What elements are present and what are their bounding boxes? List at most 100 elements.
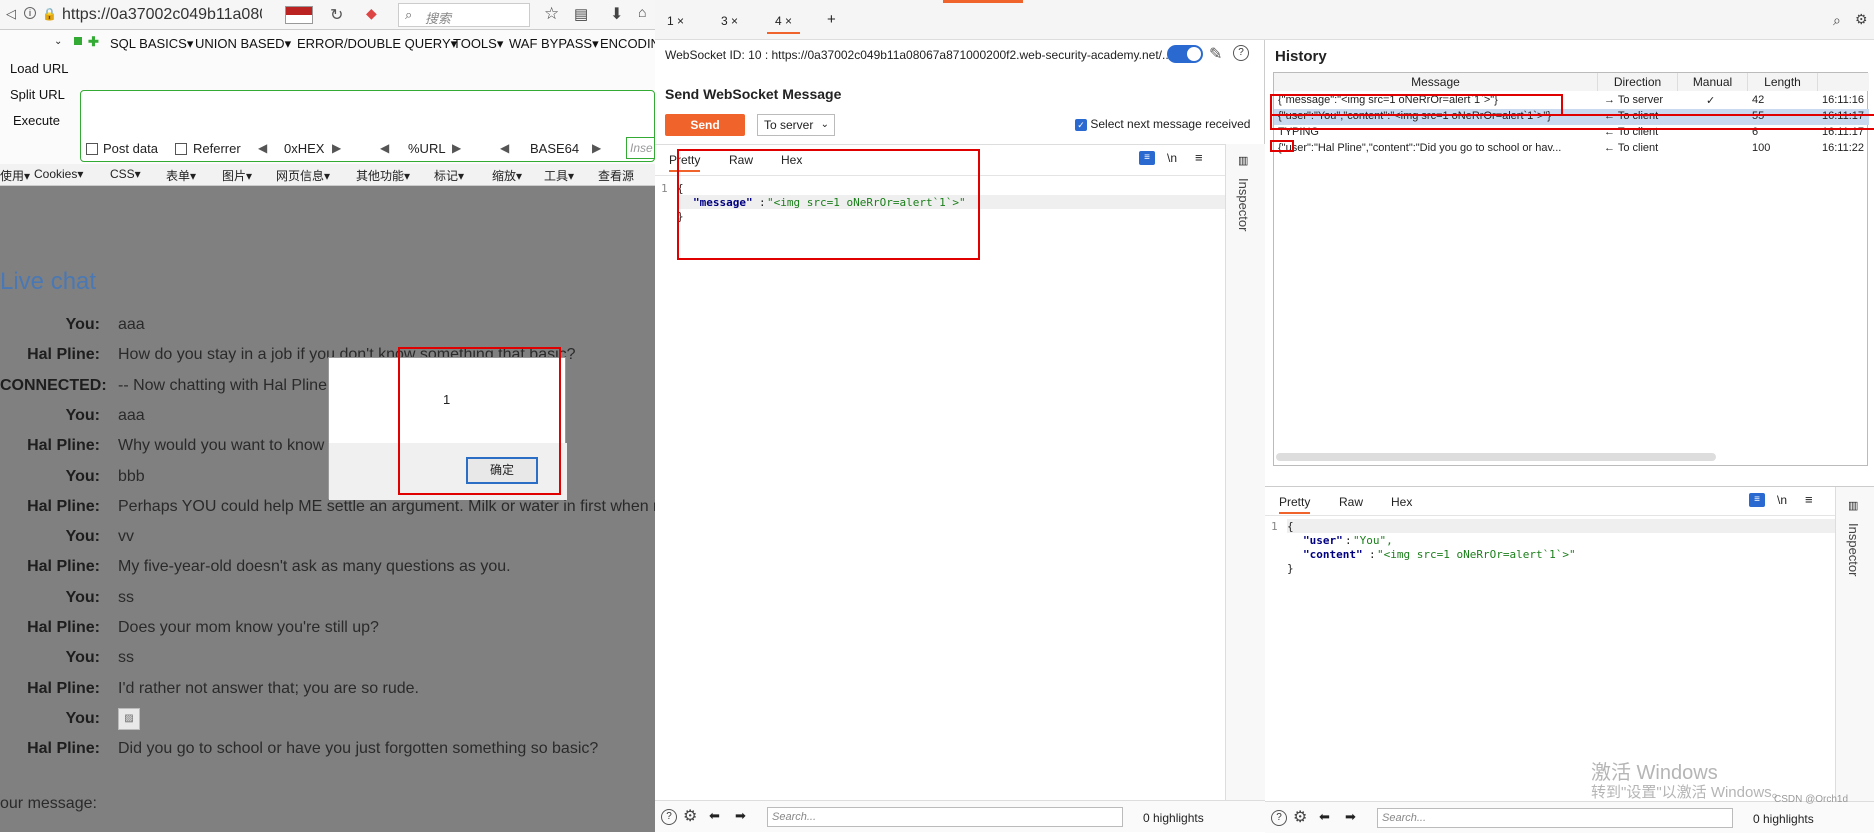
insert-field[interactable]: Inse [626,137,655,159]
highlight-box [398,347,561,495]
search-box[interactable]: ⌕ 搜索 [398,3,530,27]
chevron-down-icon[interactable]: ⌄ [54,36,62,47]
intercept-toggle[interactable] [1167,45,1203,63]
menu-tools[interactable]: TOOLS▾ [453,36,503,52]
bottom-bar: ? ⚙ ⬅ ➡ Search... 0 highlights [655,800,1265,832]
search-input[interactable]: Search... [767,807,1123,827]
hex-label: 0xHEX [284,141,325,156]
toolbar-css[interactable]: CSS▾ [110,167,141,181]
highlight-box [677,149,980,260]
code-area[interactable]: 1 { "message" : "<img src=1 oNeRrOr=aler… [655,175,1225,795]
chat-message: Does your mom know you're still up? [118,619,379,636]
col-direction[interactable]: Direction [1598,73,1678,91]
help-icon[interactable]: ? [1233,45,1249,61]
tab-pretty[interactable]: Pretty [1279,495,1311,514]
search-icon[interactable]: ⌕ [1833,12,1841,29]
download-icon[interactable]: ⬇ [610,4,623,24]
inspector-icon: ▥ [1238,155,1249,167]
col-manual[interactable]: Manual [1678,73,1748,91]
scrollbar[interactable] [1276,453,1716,461]
prev-icon[interactable]: ⬅ [709,808,720,824]
chat-message: ss [118,649,134,667]
code-area[interactable]: 1 { "user" : "You", "content" : "<img sr… [1265,515,1835,795]
gear-icon[interactable]: ⚙ [1293,807,1307,827]
toolbar-view-source[interactable]: 查看源 [598,167,634,184]
left-arrow-icon[interactable]: ◀ [380,141,389,155]
toolbar-info[interactable]: 网页信息▾ [276,167,330,184]
gear-icon[interactable]: ⚙ [683,806,697,826]
referrer-checkbox[interactable] [175,143,187,155]
inspector-label: Inspector [1846,523,1861,577]
chat-sender: Hal Pline: [27,437,100,455]
inspector-panel[interactable]: ▥ Inspector [1835,487,1874,801]
menu-sql-basics[interactable]: SQL BASICS▾ [110,36,193,52]
settings-icon[interactable]: ⚙ [1855,11,1868,28]
send-button[interactable]: Send [665,114,745,136]
toolbar-zoom[interactable]: 缩放▾ [492,167,522,184]
chat-sender: Hal Pline: [27,679,100,697]
post-data-checkbox[interactable] [86,143,98,155]
reader-icon[interactable]: ▤ [574,5,588,23]
code-brace: { [1287,520,1294,533]
menu-encoding[interactable]: ENCODIN [600,36,655,51]
menu-waf-bypass[interactable]: WAF BYPASS▾ [509,36,599,52]
split-url-button[interactable]: Split URL [10,87,65,102]
tab-raw[interactable]: Raw [1339,495,1363,509]
checkbox-checked-icon[interactable]: ✓ [1075,118,1087,131]
search-icon: ⌕ [405,7,413,22]
pencil-icon[interactable]: ✎ [1209,44,1222,64]
right-arrow-icon[interactable]: ▶ [332,141,341,155]
wrap-icon[interactable]: ≡ [1749,493,1765,507]
plus-icon[interactable]: ✚ [88,34,99,50]
direction-select[interactable]: To server ⌄ [757,114,835,136]
info-icon[interactable]: i [24,7,36,19]
menu-icon[interactable]: ≡ [1805,492,1813,507]
menu-error-double[interactable]: ERROR/DOUBLE QUERY▾ [297,36,457,52]
col-length[interactable]: Length [1748,73,1818,91]
url-field[interactable]: https://0a37002c049b11a0806 [62,3,262,27]
next-icon[interactable]: ➡ [1345,809,1356,825]
back-icon[interactable]: ◁ [6,6,16,22]
next-icon[interactable]: ➡ [735,808,746,824]
base64-label: BASE64 [530,141,580,156]
load-url-button[interactable]: Load URL [10,61,69,76]
reload-icon[interactable]: ↻ [330,5,343,25]
right-arrow-icon[interactable]: ▶ [452,141,461,155]
new-tab-button[interactable]: + [819,9,844,31]
toolbar-item[interactable]: 使用▾ [0,167,30,184]
bottom-bar: ? ⚙ ⬅ ➡ Search... 0 highlights [1265,801,1874,833]
toolbar-tools[interactable]: 工具▾ [544,167,574,184]
toolbar-misc[interactable]: 其他功能▾ [356,167,410,184]
wrap-icon[interactable]: ≡ [1139,151,1155,165]
home-icon[interactable]: ⌂ [638,4,646,20]
toolbar-mark[interactable]: 标记▾ [434,167,464,184]
hackbar-icon[interactable]: ◆ [366,5,377,22]
tab-1[interactable]: 1 × [659,12,692,34]
table-row[interactable]: {"user":"Hal Pline","content":"Did you g… [1274,141,1869,157]
newline-icon[interactable]: \n [1777,493,1787,507]
tab-4[interactable]: 4 × [767,12,801,34]
toolbar-forms[interactable]: 表单▾ [166,167,196,184]
execute-button[interactable]: Execute [13,113,60,128]
newline-icon[interactable]: \n [1167,151,1177,165]
star-icon[interactable]: ☆ [544,4,559,24]
tab-hex[interactable]: Hex [1391,495,1412,509]
help-icon[interactable]: ? [1271,810,1287,826]
search-input[interactable]: Search... [1377,808,1733,828]
help-icon[interactable]: ? [661,809,677,825]
chevron-down-icon: ⌄ [820,119,829,130]
inspector-panel[interactable]: ▥ Inspector [1225,144,1265,832]
select-next-option[interactable]: ✓ Select next message received [1075,117,1250,131]
menu-icon[interactable]: ≡ [1195,150,1203,165]
tab-3[interactable]: 3 × [713,12,746,34]
menu-union-based[interactable]: UNION BASED▾ [195,36,291,52]
left-arrow-icon[interactable]: ◀ [500,141,509,155]
toolbar-images[interactable]: 图片▾ [222,167,252,184]
toolbar-cookies[interactable]: Cookies▾ [34,167,83,181]
col-time[interactable] [1818,73,1869,91]
left-arrow-icon[interactable]: ◀ [258,141,267,155]
col-message[interactable]: Message [1274,73,1598,91]
prev-icon[interactable]: ⬅ [1319,809,1330,825]
right-arrow-icon[interactable]: ▶ [592,141,601,155]
row-manual: ✓ [1706,95,1716,107]
